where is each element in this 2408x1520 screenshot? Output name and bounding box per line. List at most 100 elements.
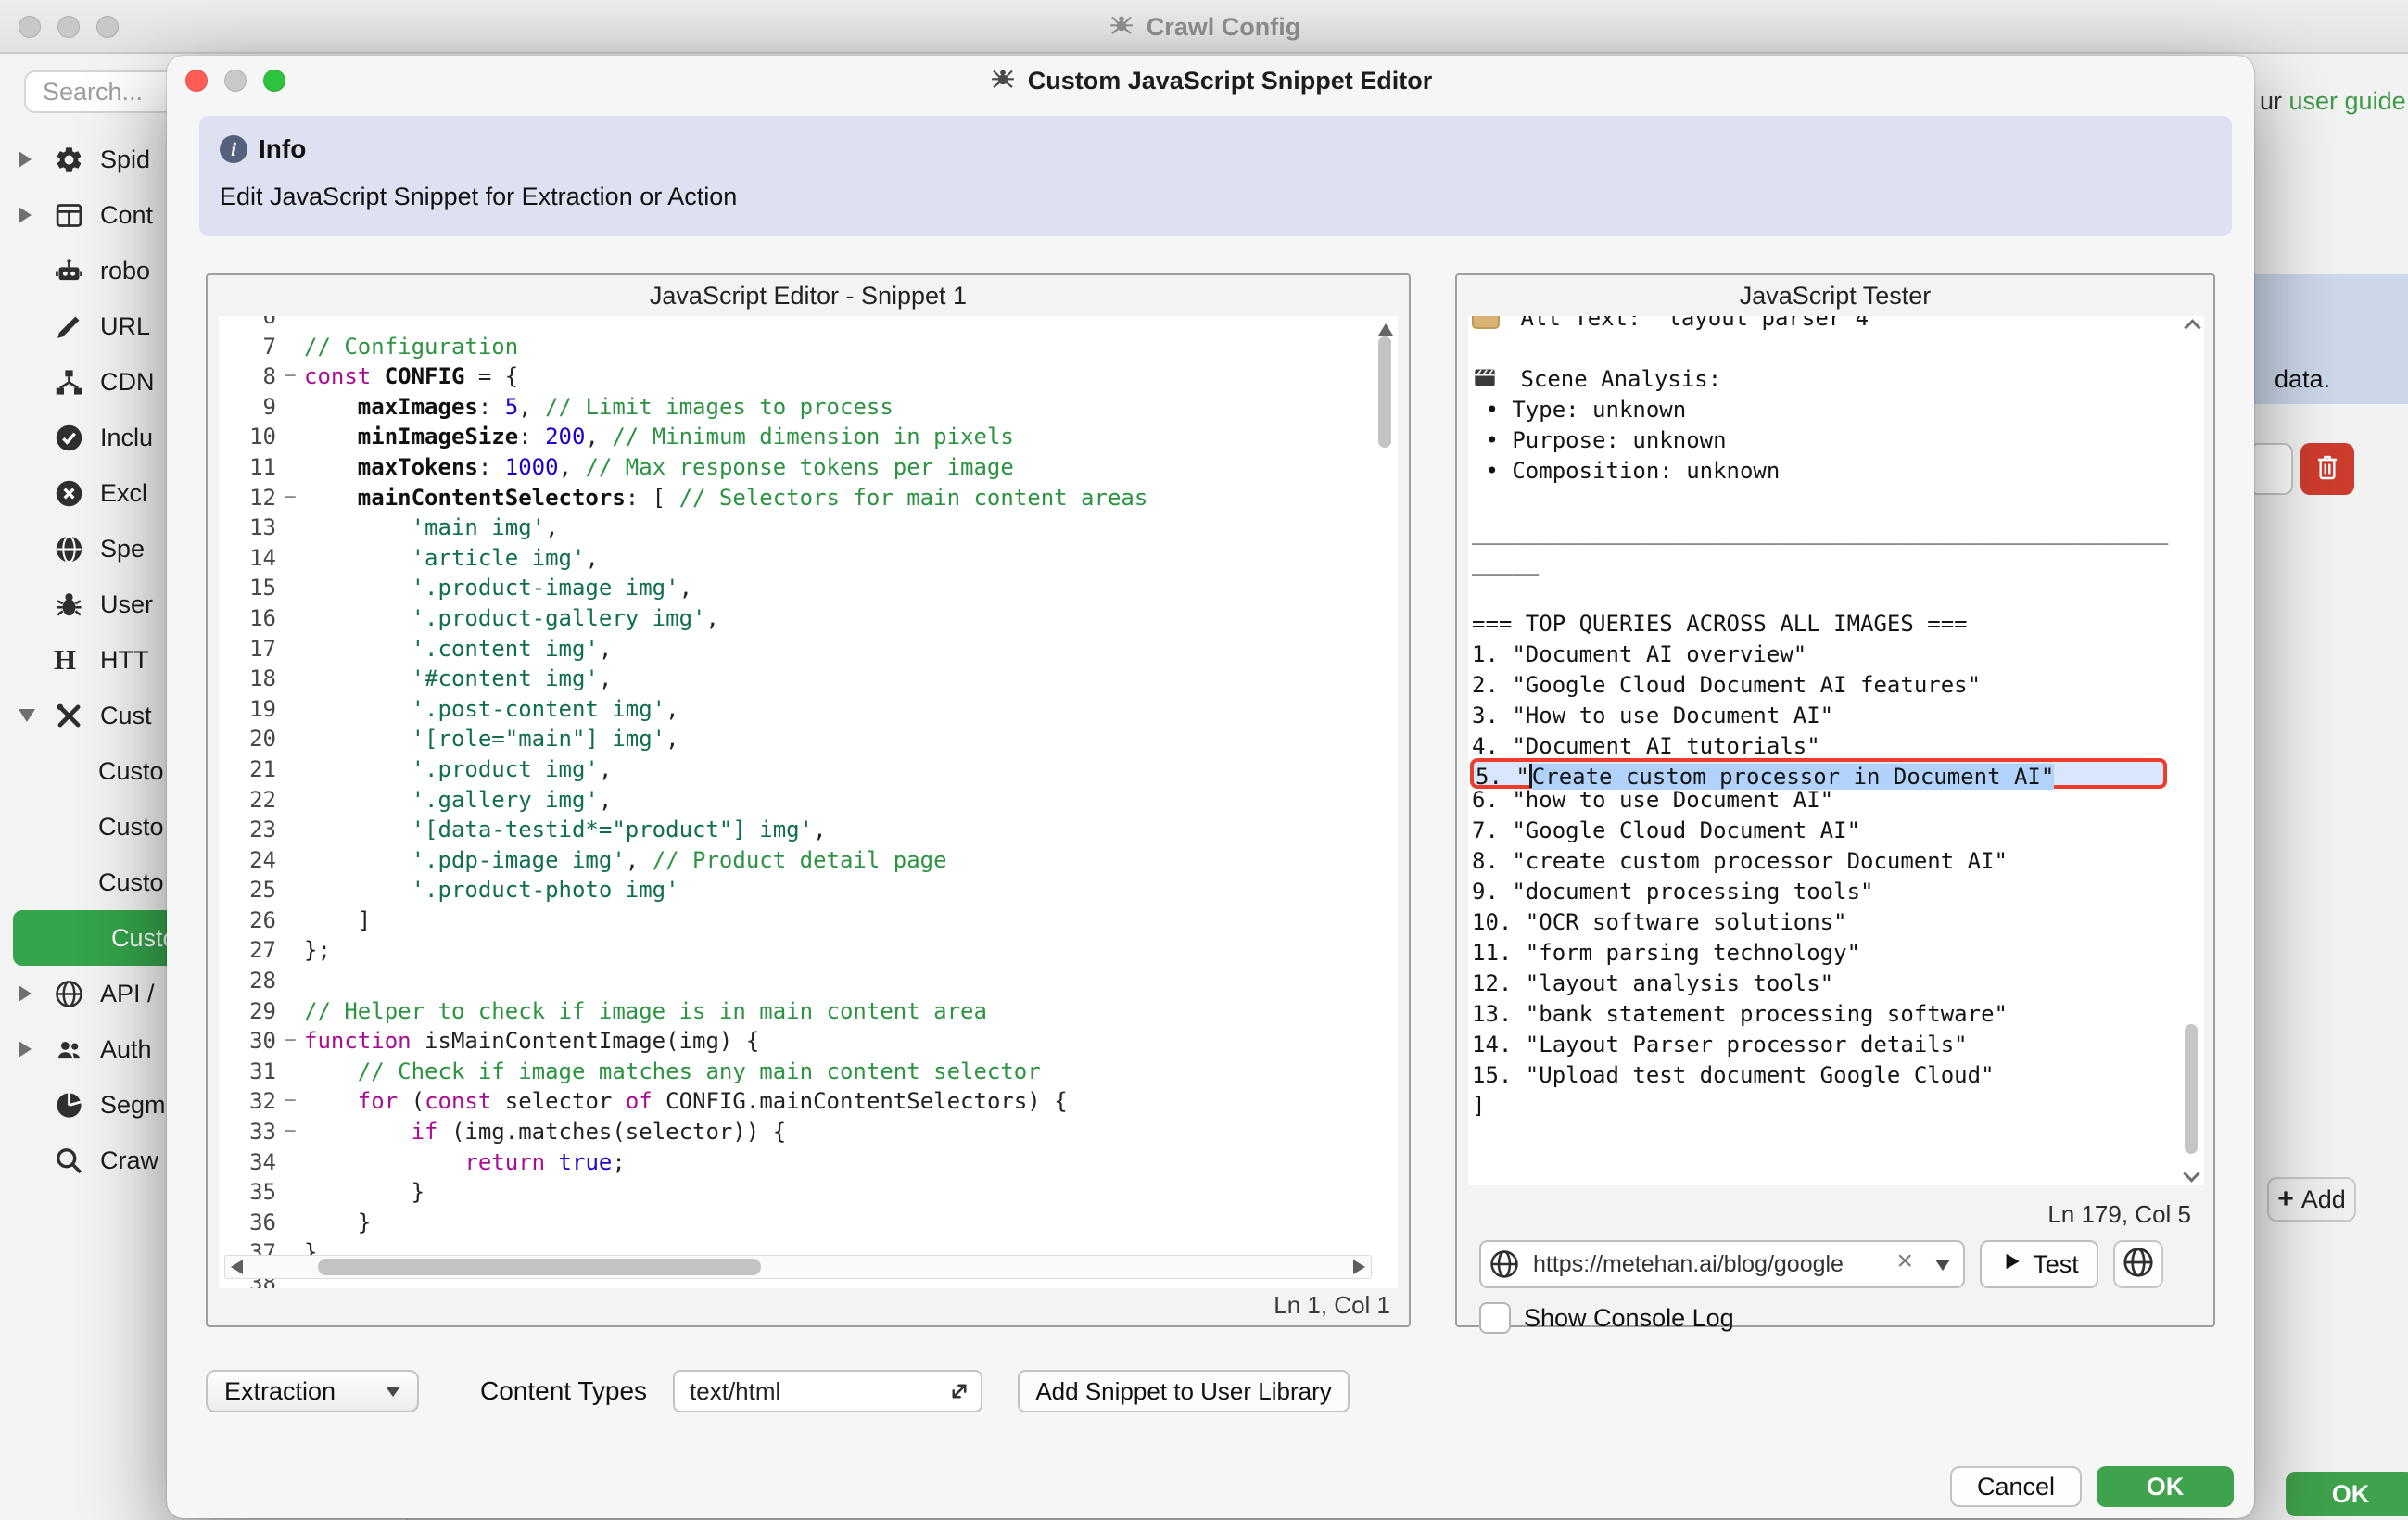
background-ok-button[interactable]: OK	[2286, 1472, 2408, 1516]
scrollbar-thumb[interactable]	[1378, 336, 1391, 448]
tester-output-line: 12. "layout analysis tools"	[1472, 969, 2204, 999]
add-snippet-to-library-button[interactable]: Add Snippet to User Library	[1018, 1370, 1350, 1412]
delete-button[interactable]	[2300, 443, 2354, 495]
sidebar-item-label: Custo	[98, 813, 164, 842]
code-editor[interactable]: 67// Configuration8−const CONFIG = {9 ma…	[219, 316, 1398, 1288]
disclosure-right-icon[interactable]	[19, 1041, 54, 1058]
dialog-title: Custom JavaScript Snippet Editor	[167, 56, 2254, 106]
code-line-35: 35 }	[219, 1177, 1398, 1208]
x-circle-icon	[54, 478, 100, 509]
open-in-browser-button[interactable]	[2113, 1240, 2163, 1288]
scrollbar-thumb[interactable]	[2185, 1024, 2198, 1154]
line-number: 27	[219, 935, 276, 966]
show-console-log-label: Show Console Log	[1524, 1304, 1734, 1333]
cancel-button[interactable]: Cancel	[1950, 1466, 2082, 1507]
line-number: 33	[219, 1117, 276, 1147]
fold-spacer	[276, 1177, 304, 1208]
scroll-up-arrow[interactable]	[2184, 319, 2200, 336]
code-line-30: 30−function isMainContentImage(img) {	[219, 1026, 1398, 1057]
test-button[interactable]: Test	[1980, 1240, 2098, 1288]
scroll-right-arrow[interactable]	[1353, 1260, 1365, 1274]
code-line-16: 16 '.product-gallery img',	[219, 603, 1398, 634]
fold-spacer	[276, 1208, 304, 1238]
guide-prefix: ur	[2260, 87, 2289, 115]
disclosure-down-icon[interactable]	[19, 709, 54, 722]
code-line-12: 12− mainContentSelectors: [ // Selectors…	[219, 483, 1398, 513]
info-subtitle: Edit JavaScript Snippet for Extraction o…	[220, 183, 2212, 211]
table-icon	[54, 200, 100, 231]
fold-spacer	[276, 906, 304, 936]
code-line-25: 25 '.product-photo img'	[219, 875, 1398, 906]
disclosure-right-icon[interactable]	[19, 151, 54, 168]
ok-button[interactable]: OK	[2097, 1466, 2234, 1507]
h-icon: H	[54, 643, 100, 677]
line-number: 35	[219, 1177, 276, 1208]
chevron-down-icon	[386, 1387, 400, 1397]
url-input[interactable]	[1479, 1240, 1965, 1288]
background-titlebar: Crawl Config	[0, 0, 2408, 54]
fold-spacer	[276, 845, 304, 876]
line-number: 21	[219, 754, 276, 785]
sidebar-item-label: HTT	[100, 646, 148, 675]
fold-marker[interactable]: −	[276, 1086, 304, 1117]
fold-spacer	[276, 815, 304, 845]
line-number: 17	[219, 634, 276, 665]
code-line-34: 34 return true;	[219, 1147, 1398, 1178]
sidebar-item-label: Custo	[98, 757, 164, 786]
editor-vertical-scrollbar[interactable]	[1375, 323, 1396, 1251]
line-number: 28	[219, 966, 276, 996]
url-dropdown-chevron[interactable]	[1935, 1259, 1950, 1275]
gear-icon	[54, 145, 100, 175]
expand-icon[interactable]	[945, 1377, 973, 1410]
highlighted-query-line[interactable]: 5. "Create custom processor in Document …	[1470, 758, 2167, 789]
line-number: 10	[219, 422, 276, 452]
fold-spacer	[276, 694, 304, 725]
add-button[interactable]: + Add	[2267, 1177, 2356, 1222]
fold-marker[interactable]: −	[276, 1026, 304, 1057]
code-line-6: 6	[219, 316, 1398, 332]
fold-marker[interactable]: −	[276, 1117, 304, 1147]
tester-output[interactable]: Alt Text: "layout parser 4" Scene Analys…	[1468, 316, 2204, 1185]
clear-url-icon[interactable]: ×	[1896, 1246, 1913, 1277]
line-number: 7	[219, 332, 276, 362]
fold-spacer	[276, 754, 304, 785]
tester-vertical-scrollbar[interactable]	[2182, 320, 2202, 1182]
image-icon	[1472, 316, 1500, 329]
fold-spacer	[276, 875, 304, 906]
film-icon	[1472, 365, 1500, 390]
code-line-29: 29// Helper to check if image is in main…	[219, 996, 1398, 1027]
fold-spacer	[276, 634, 304, 665]
tester-output-line: 1. "Document AI overview"	[1472, 640, 2204, 670]
partial-button[interactable]	[2249, 443, 2293, 495]
javascript-tester-panel: JavaScript Tester Alt Text: "layout pars…	[1455, 273, 2215, 1327]
code-line-17: 17 '.content img',	[219, 634, 1398, 665]
sidebar-item-label: CDN	[100, 368, 155, 397]
disclosure-right-icon[interactable]	[19, 985, 54, 1002]
sidebar-item-label: Custo	[98, 868, 164, 897]
show-console-log-checkbox[interactable]	[1479, 1302, 1511, 1334]
scroll-left-arrow[interactable]	[231, 1260, 243, 1274]
spider-icon	[1108, 10, 1135, 44]
snippet-editor-dialog: Custom JavaScript Snippet Editor i Info …	[167, 56, 2254, 1518]
code-line-9: 9 maxImages: 5, // Limit images to proce…	[219, 392, 1398, 423]
line-number: 30	[219, 1026, 276, 1057]
user-guide-link[interactable]: user guide	[2289, 87, 2406, 115]
dialog-titlebar: Custom JavaScript Snippet Editor	[167, 56, 2254, 106]
pie-icon	[54, 1090, 100, 1121]
code-line-14: 14 'article img',	[219, 543, 1398, 574]
fold-marker[interactable]: −	[276, 361, 304, 392]
code-line-15: 15 '.product-image img',	[219, 573, 1398, 603]
disclosure-right-icon[interactable]	[19, 207, 54, 223]
scroll-down-arrow[interactable]	[2183, 1165, 2199, 1182]
fold-marker[interactable]: −	[276, 483, 304, 513]
content-type-input[interactable]	[673, 1370, 982, 1412]
fold-spacer	[276, 935, 304, 966]
tester-output-line	[1472, 487, 2204, 517]
tester-output-line: === TOP QUERIES ACROSS ALL IMAGES ===	[1472, 609, 2204, 640]
scroll-up-arrow[interactable]	[1378, 323, 1393, 336]
users-icon	[54, 1034, 100, 1065]
scrollbar-thumb[interactable]	[318, 1259, 761, 1275]
line-number: 12	[219, 483, 276, 513]
editor-horizontal-scrollbar[interactable]	[224, 1255, 1372, 1279]
snippet-type-dropdown[interactable]: Extraction	[206, 1370, 419, 1412]
